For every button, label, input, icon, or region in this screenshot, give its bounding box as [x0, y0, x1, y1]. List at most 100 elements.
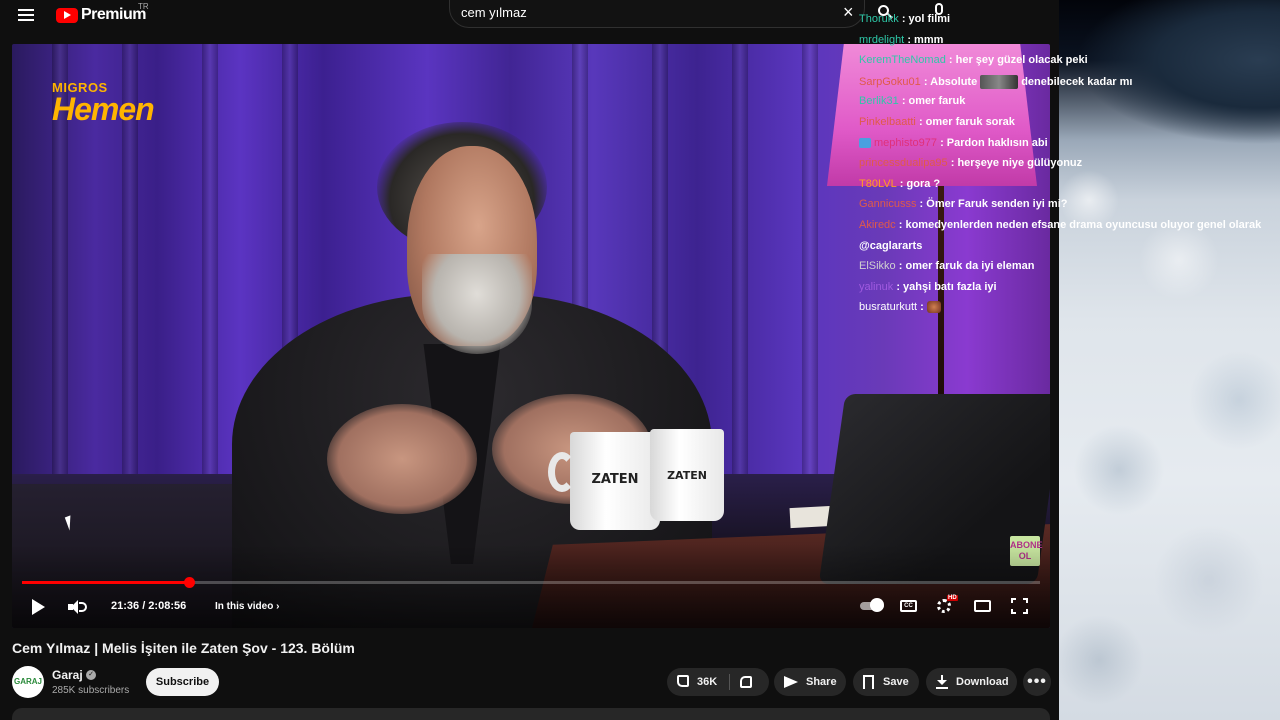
chapters-label: In this video [215, 601, 274, 612]
chat-username[interactable]: busraturkutt [859, 301, 917, 313]
subscribe-button[interactable]: Subscribe [146, 668, 219, 696]
progress-scrubber[interactable] [183, 577, 195, 588]
chat-text: : her şey güzel olacak peki [948, 54, 1088, 67]
live-chat-overlay: Thorukk : yol filmi mrdelight : mmm KeremT… [859, 0, 1280, 320]
thumbs-down-icon [740, 676, 752, 688]
theater-mode-icon [974, 600, 991, 612]
bookmark-icon [863, 675, 874, 689]
logo-country-code: TR [138, 2, 149, 11]
sponsor-logo-big: Hemen [52, 91, 155, 127]
download-icon [936, 675, 948, 689]
chat-message: yalinuk : yahşi batı fazla iyi [859, 281, 997, 293]
subscriber-count: 285K subscribers [52, 685, 130, 696]
youtube-premium-logo[interactable]: Premium [56, 5, 146, 25]
guest-beard [422, 254, 532, 354]
chat-message: mephisto977 : Pardon haklısın abi [859, 137, 1048, 149]
theater-mode-button[interactable] [973, 597, 993, 615]
chat-username[interactable]: mrdelight [859, 34, 904, 46]
chat-image-emote-icon [980, 74, 1019, 89]
chat-username[interactable]: KeremTheNomad [859, 54, 946, 66]
like-button[interactable]: 36K [667, 668, 727, 696]
chat-username[interactable]: Thorukk [859, 13, 899, 25]
mug-label: ZATEN [667, 469, 707, 482]
chat-message: @caglararts [859, 240, 922, 252]
search-input[interactable]: cem yılmaz × [449, 0, 865, 28]
download-label: Download [956, 676, 1009, 688]
thumbs-up-icon [677, 675, 689, 687]
chat-username[interactable]: SarpGoku01 [859, 76, 921, 88]
play-button[interactable] [30, 599, 46, 615]
chat-text: : Absolute [923, 75, 978, 88]
menu-icon-bar [18, 9, 34, 11]
toggle-knob [870, 598, 884, 612]
clear-search-icon[interactable]: × [843, 3, 854, 21]
chat-username[interactable]: ElSikko [859, 260, 896, 272]
fullscreen-icon-corner [1011, 609, 1016, 614]
settings-button[interactable]: HD [935, 595, 958, 615]
channel-name[interactable]: Garaj [52, 668, 83, 682]
menu-icon-bar [18, 14, 34, 16]
chat-message: princessdualipa95 : herşeye niye gülüyon… [859, 157, 1082, 169]
curtain-fold [732, 44, 748, 524]
hd-badge: HD [947, 595, 958, 601]
fullscreen-icon-corner [1023, 609, 1028, 614]
chat-text-continued: denebilecek kadar mı [1021, 75, 1133, 88]
chat-message: Akiredc : komedyenlerden neden efsane dr… [859, 219, 1261, 231]
share-button[interactable]: Share [774, 668, 846, 696]
chat-text: : omer faruk [901, 95, 966, 108]
menu-button[interactable] [18, 6, 40, 24]
chat-message: Pinkelbaatti : omer faruk sorak [859, 116, 1015, 128]
fullscreen-icon [1011, 598, 1016, 603]
chat-text: : Pardon haklısın abi [940, 136, 1048, 149]
autoplay-toggle[interactable] [860, 597, 886, 615]
fullscreen-button[interactable] [1010, 597, 1030, 615]
chat-text: : [920, 301, 924, 314]
chat-username[interactable]: T80LVL [859, 178, 897, 190]
like-dislike-group: 36K [667, 668, 769, 696]
sponsor-logo: MIGROS Hemen [52, 80, 155, 127]
chat-username[interactable]: mephisto977 [874, 137, 937, 149]
video-title: Cem Yılmaz | Melis İşiten ile Zaten Şov … [12, 640, 355, 656]
more-actions-button[interactable]: ••• [1023, 668, 1051, 696]
subtitles-button[interactable]: CC [899, 597, 919, 615]
description-box[interactable] [12, 708, 1050, 720]
download-button[interactable]: Download [926, 668, 1017, 696]
chat-text: : yahşi batı fazla iyi [896, 280, 997, 293]
closed-captions-icon: CC [900, 600, 917, 612]
youtube-play-icon [56, 7, 78, 23]
chapters-button[interactable]: In this video › [215, 601, 279, 612]
chat-username[interactable]: yalinuk [859, 281, 893, 293]
curtain-fold [202, 44, 218, 524]
mug-label: ZATEN [591, 472, 639, 487]
mug: ZATEN [650, 429, 724, 521]
controls-gradient [12, 544, 1050, 628]
chat-text: : komedyenlerden neden efsane drama oyun… [898, 219, 1262, 231]
time-display: 21:36 / 2:08:56 [111, 600, 187, 612]
guest-left-hand [327, 404, 477, 514]
progress-bar[interactable] [22, 577, 1040, 588]
volume-icon-cone [71, 600, 78, 614]
chat-text: : omer faruk sorak [918, 116, 1015, 128]
chat-text: : omer faruk da iyi eleman [898, 260, 1035, 273]
chat-message: Gannicusss : Ömer Faruk senden iyi mi? [859, 198, 1067, 210]
chat-username[interactable]: Gannicusss [859, 198, 916, 210]
chat-username[interactable]: Pinkelbaatti [859, 116, 916, 128]
chat-text: : yol filmi [901, 13, 951, 25]
chat-message: mrdelight : mmm [859, 34, 943, 46]
gear-icon [937, 599, 951, 613]
mute-button[interactable] [68, 599, 88, 615]
share-label: Share [806, 676, 837, 688]
chat-username[interactable]: Berlik31 [859, 95, 899, 107]
progress-fill [22, 581, 189, 584]
menu-icon-bar [18, 19, 34, 21]
chat-message: T80LVL : gora ? [859, 178, 940, 190]
channel-avatar[interactable]: GARAJ [12, 666, 44, 698]
download-icon-arrow [937, 680, 947, 685]
chat-username[interactable]: Akiredc [859, 219, 896, 231]
dislike-button[interactable] [737, 668, 767, 696]
save-button[interactable]: Save [853, 668, 919, 696]
chat-username[interactable]: princessdualipa95 [859, 157, 948, 169]
chat-message: SarpGoku01 : Absolute denebilecek kadar m… [859, 74, 1133, 89]
chat-message: Thorukk : yol filmi [859, 13, 950, 25]
divider [729, 674, 730, 690]
